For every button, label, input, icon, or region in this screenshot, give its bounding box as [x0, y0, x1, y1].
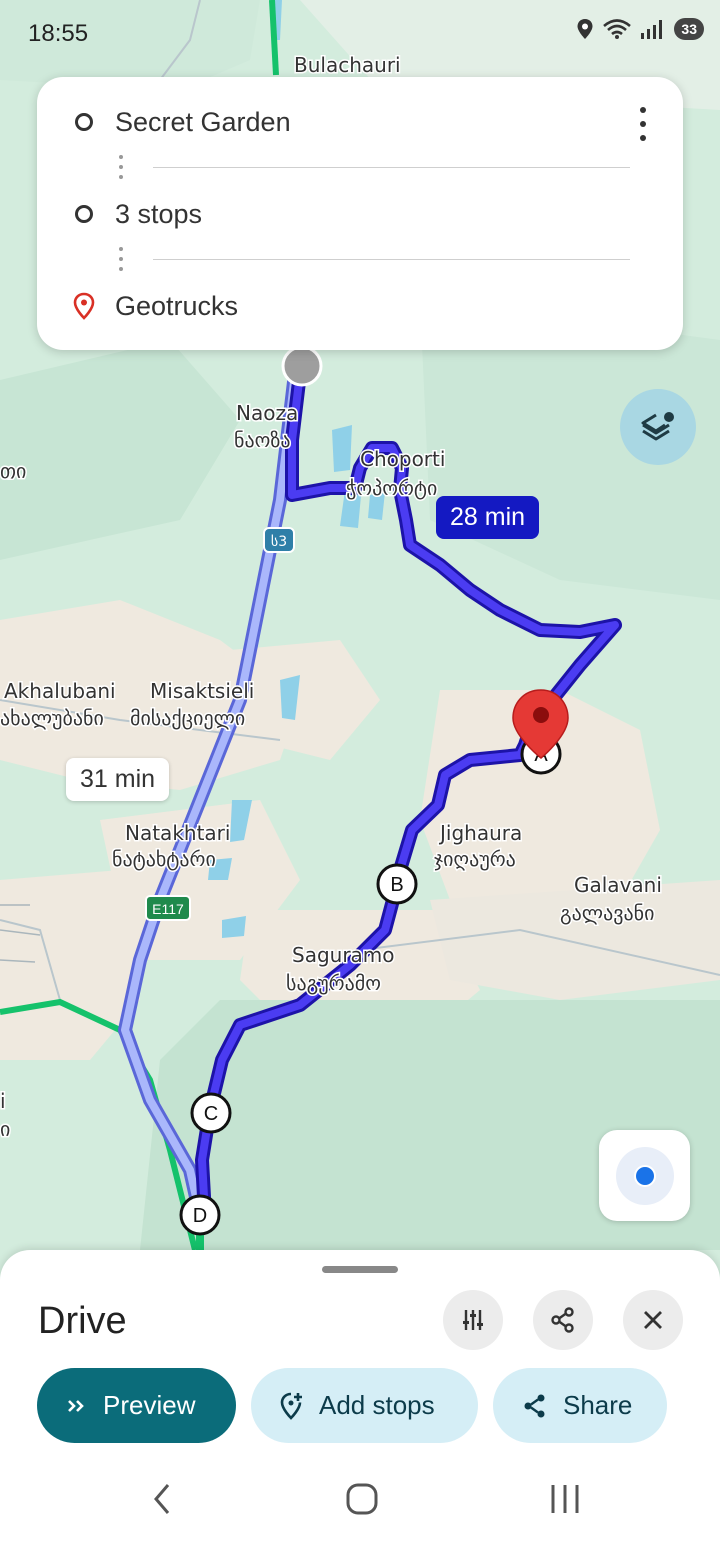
origin-label: Secret Garden	[115, 106, 291, 137]
destination-pin-icon	[73, 292, 95, 320]
road-shield-e117: E117	[145, 895, 191, 921]
label-misaktsieli-en: Misaktsieli	[150, 679, 254, 703]
sheet-title: Drive	[38, 1300, 127, 1342]
svg-text:C: C	[204, 1103, 218, 1125]
status-bar: 18:55 33	[0, 0, 720, 70]
status-icons: 33	[576, 18, 704, 40]
route-time-alternate[interactable]: 31 min	[66, 758, 170, 801]
route-options-button[interactable]	[443, 1290, 503, 1350]
status-time: 18:55	[28, 20, 89, 47]
battery-indicator: 33	[674, 18, 704, 40]
route-time-selected[interactable]: 28 min	[436, 496, 540, 539]
svg-text:ს3: ს3	[271, 534, 287, 550]
label-galavani-ka: გალავანი	[560, 901, 654, 925]
share-icon	[551, 1307, 574, 1333]
label-naoza-en: Naoza	[236, 401, 298, 425]
add-stops-label: Add stops	[319, 1390, 435, 1420]
preview-button[interactable]: Preview	[37, 1368, 236, 1443]
destination-row[interactable]: Geotrucks	[37, 276, 597, 336]
location-icon	[577, 19, 593, 39]
label-akhalubani-en: Akhalubani	[4, 679, 116, 703]
label-choporti-en: Choporti	[360, 447, 445, 471]
label-choporti-ka: ჭოპორტი	[346, 476, 437, 500]
double-chevron-right-icon	[68, 1399, 84, 1412]
tune-icon	[463, 1310, 483, 1330]
stop-marker-d[interactable]: D	[179, 1194, 221, 1236]
system-nav-bar	[0, 1455, 720, 1544]
stops-circle-icon	[75, 205, 93, 223]
label-jighaura-en: Jighaura	[438, 821, 522, 845]
my-location-icon	[615, 1146, 674, 1205]
road-shield-s3: ს3	[263, 527, 295, 553]
label-naoza-ka: ნაოზა	[234, 428, 291, 452]
route-card: Secret Garden 3 stops Geotrucks	[37, 77, 683, 350]
share-label: Share	[563, 1390, 633, 1420]
svg-text:B: B	[390, 874, 403, 896]
close-button[interactable]	[623, 1290, 683, 1350]
connector-dots	[119, 155, 123, 185]
wifi-icon	[603, 19, 632, 39]
stop-marker-c[interactable]: C	[190, 1092, 232, 1134]
label-saguramo-en: Saguramo	[292, 943, 395, 967]
share-icon	[524, 1394, 545, 1417]
more-options-icon[interactable]	[633, 107, 653, 141]
stops-row[interactable]: 3 stops	[37, 184, 597, 244]
label-edge-left-2: i	[0, 1089, 6, 1113]
preview-label: Preview	[103, 1390, 196, 1420]
sheet-drag-handle[interactable]	[322, 1266, 398, 1273]
destination-label: Geotrucks	[115, 290, 239, 321]
add-stops-button[interactable]: Add stops	[251, 1368, 478, 1443]
layers-icon	[641, 412, 674, 441]
svg-text:D: D	[193, 1205, 207, 1227]
label-natakhtari-ka: ნატახტარი	[112, 847, 216, 871]
label-akhalubani-ka: ახალუბანი	[0, 706, 104, 730]
divider	[153, 167, 630, 168]
label-edge-left-1: თი	[0, 459, 26, 483]
divider	[153, 259, 630, 260]
route-start-marker	[281, 345, 323, 387]
share-icon-button[interactable]	[533, 1290, 593, 1350]
add-location-icon	[280, 1392, 302, 1420]
layers-button[interactable]	[620, 389, 696, 465]
home-icon[interactable]	[344, 1479, 380, 1519]
stops-label: 3 stops	[115, 198, 203, 229]
svg-text:E117: E117	[152, 901, 184, 917]
connector-dots	[119, 247, 123, 277]
origin-circle-icon	[75, 113, 93, 131]
share-button[interactable]: Share	[493, 1368, 667, 1443]
label-galavani-en: Galavani	[574, 873, 662, 897]
label-natakhtari-en: Natakhtari	[125, 821, 230, 845]
stop-marker-b[interactable]: B	[376, 863, 418, 905]
label-misaktsieli-ka: მისაქციელი	[130, 706, 245, 730]
label-jighaura-ka: ჯიღაურა	[434, 847, 516, 871]
signal-icon	[641, 20, 663, 39]
recent-apps-icon[interactable]	[548, 1479, 582, 1519]
label-saguramo-ka: საგურამო	[286, 971, 381, 995]
my-location-button[interactable]	[599, 1130, 690, 1221]
close-icon	[644, 1311, 662, 1329]
back-icon[interactable]	[148, 1479, 176, 1519]
origin-row[interactable]: Secret Garden	[37, 92, 597, 152]
label-edge-left-3: ი	[0, 1117, 10, 1141]
